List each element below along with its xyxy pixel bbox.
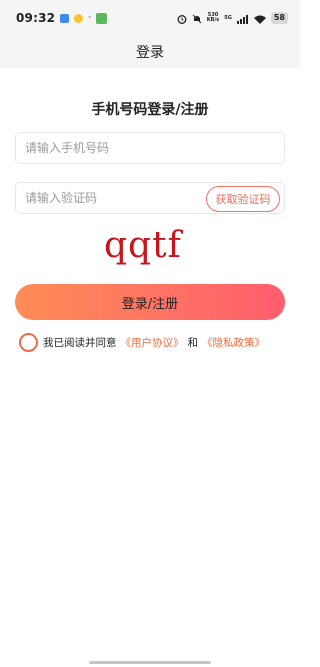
mute-icon <box>192 9 202 28</box>
phone-field[interactable] <box>15 132 285 164</box>
signal-icon <box>236 9 249 28</box>
dot-icon: · <box>88 12 92 23</box>
page-title: 登录 <box>136 45 164 61</box>
phone-input[interactable] <box>25 141 195 155</box>
agreement-prefix: 我已阅读并同意 <box>43 337 117 349</box>
agreement-conjunction: 和 <box>187 337 199 349</box>
status-time: 09:32 <box>16 11 56 25</box>
battery-indicator: 58 <box>270 12 288 24</box>
captcha-image[interactable]: qqtf <box>104 228 182 264</box>
status-right: 530 KB/s 5G 58 <box>177 9 288 28</box>
nav-bar: 登录 <box>0 36 300 68</box>
wifi-icon <box>253 9 266 28</box>
app-notification-icon <box>60 13 70 23</box>
verification-code-field[interactable]: 获取验证码 <box>15 182 285 214</box>
privacy-policy-link[interactable]: 《隐私政策》 <box>202 335 265 350</box>
login-register-button[interactable]: 登录/注册 <box>15 284 285 320</box>
alarm-icon <box>177 9 187 28</box>
home-indicator[interactable] <box>89 661 211 664</box>
game-notification-icon <box>96 12 108 24</box>
user-agreement-link[interactable]: 《用户协议》 <box>121 335 184 350</box>
network-speed-unit: KB/s <box>206 17 220 23</box>
form-heading: 手机号码登录/注册 <box>91 102 209 118</box>
network-speed: 530 KB/s <box>207 13 220 23</box>
status-left: 09:32 · <box>16 11 108 25</box>
get-code-button[interactable]: 获取验证码 <box>206 186 280 212</box>
emoji-notification-icon <box>74 13 84 23</box>
status-bar: 09:32 · 530 KB/s 5G 58 <box>0 0 300 36</box>
verification-code-input[interactable] <box>25 191 195 205</box>
agree-radio[interactable] <box>19 333 38 352</box>
network-type: 5G <box>224 14 232 21</box>
agreement-row: 我已阅读并同意 《用户协议》 和 《隐私政策》 <box>19 333 265 352</box>
